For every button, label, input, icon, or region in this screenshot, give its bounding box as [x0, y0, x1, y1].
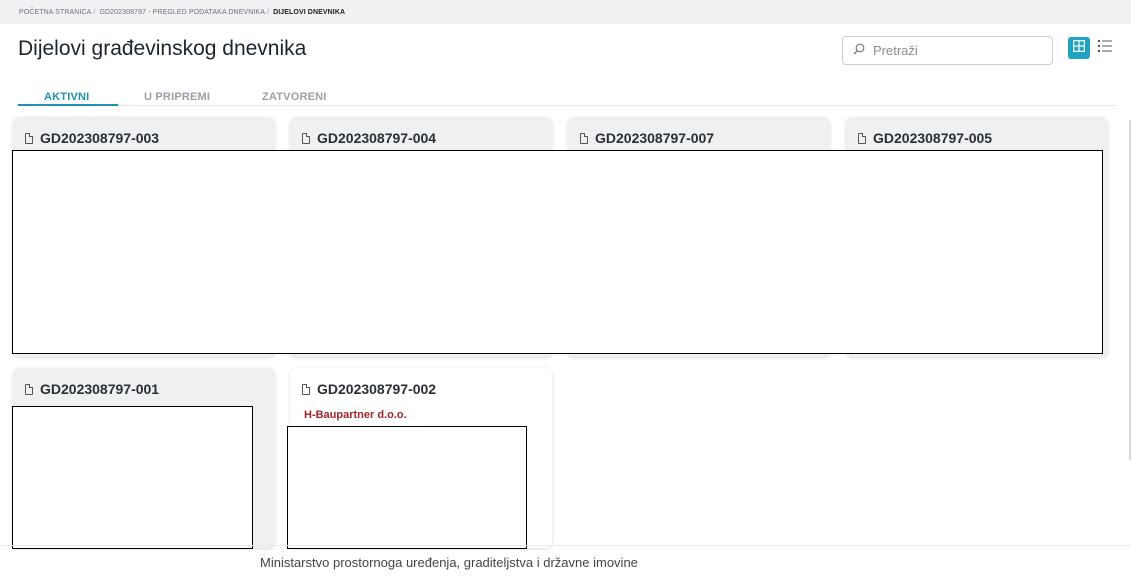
search-box[interactable]	[842, 36, 1053, 65]
document-icon	[25, 383, 33, 395]
tab-aktivni[interactable]: AKTIVNI	[44, 91, 89, 103]
redacted-area	[12, 406, 253, 549]
document-icon	[25, 132, 33, 144]
redacted-area	[12, 150, 1103, 354]
grid-view-icon	[1073, 39, 1085, 57]
page-title: Dijelovi građevinskog dnevnika	[18, 37, 307, 60]
card-title: GD202308797-005	[858, 130, 992, 146]
card-title: GD202308797-007	[580, 130, 714, 146]
grid-view-button[interactable]	[1068, 37, 1090, 59]
active-tab-indicator	[18, 104, 118, 106]
card-title: GD202308797-003	[25, 130, 159, 146]
tab-zatvoreni[interactable]: ZATVORENI	[262, 91, 327, 103]
breadcrumb-home[interactable]: POČETNA STRANICA	[19, 9, 91, 16]
tab-bar: AKTIVNI U PRIPREMI ZATVORENI	[18, 88, 1116, 106]
document-icon	[302, 383, 310, 395]
breadcrumb: POČETNA STRANICA / GD202308797 - PREGLED …	[19, 9, 346, 16]
footer-divider	[0, 545, 1131, 546]
card-title: GD202308797-004	[302, 130, 436, 146]
search-icon	[853, 42, 865, 60]
list-view-icon	[1098, 39, 1112, 57]
breadcrumb-journal-overview[interactable]: GD202308797 - PREGLED PODATAKA DNEVNIKA	[99, 9, 264, 16]
tab-u-pripremi[interactable]: U PRIPREMI	[144, 91, 210, 103]
breadcrumb-current: DIJELOVI DNEVNIKA	[273, 9, 346, 16]
list-view-button[interactable]	[1094, 37, 1116, 59]
search-input[interactable]	[871, 42, 1045, 59]
footer-text: Ministarstvo prostornoga uređenja, gradi…	[260, 555, 638, 570]
redacted-area	[287, 426, 527, 549]
company-name: H-Baupartner d.o.o.	[304, 409, 407, 421]
document-icon	[302, 132, 310, 144]
document-icon	[580, 132, 588, 144]
document-icon	[858, 132, 866, 144]
card-title: GD202308797-002	[302, 381, 436, 397]
card-title: GD202308797-001	[25, 381, 159, 397]
